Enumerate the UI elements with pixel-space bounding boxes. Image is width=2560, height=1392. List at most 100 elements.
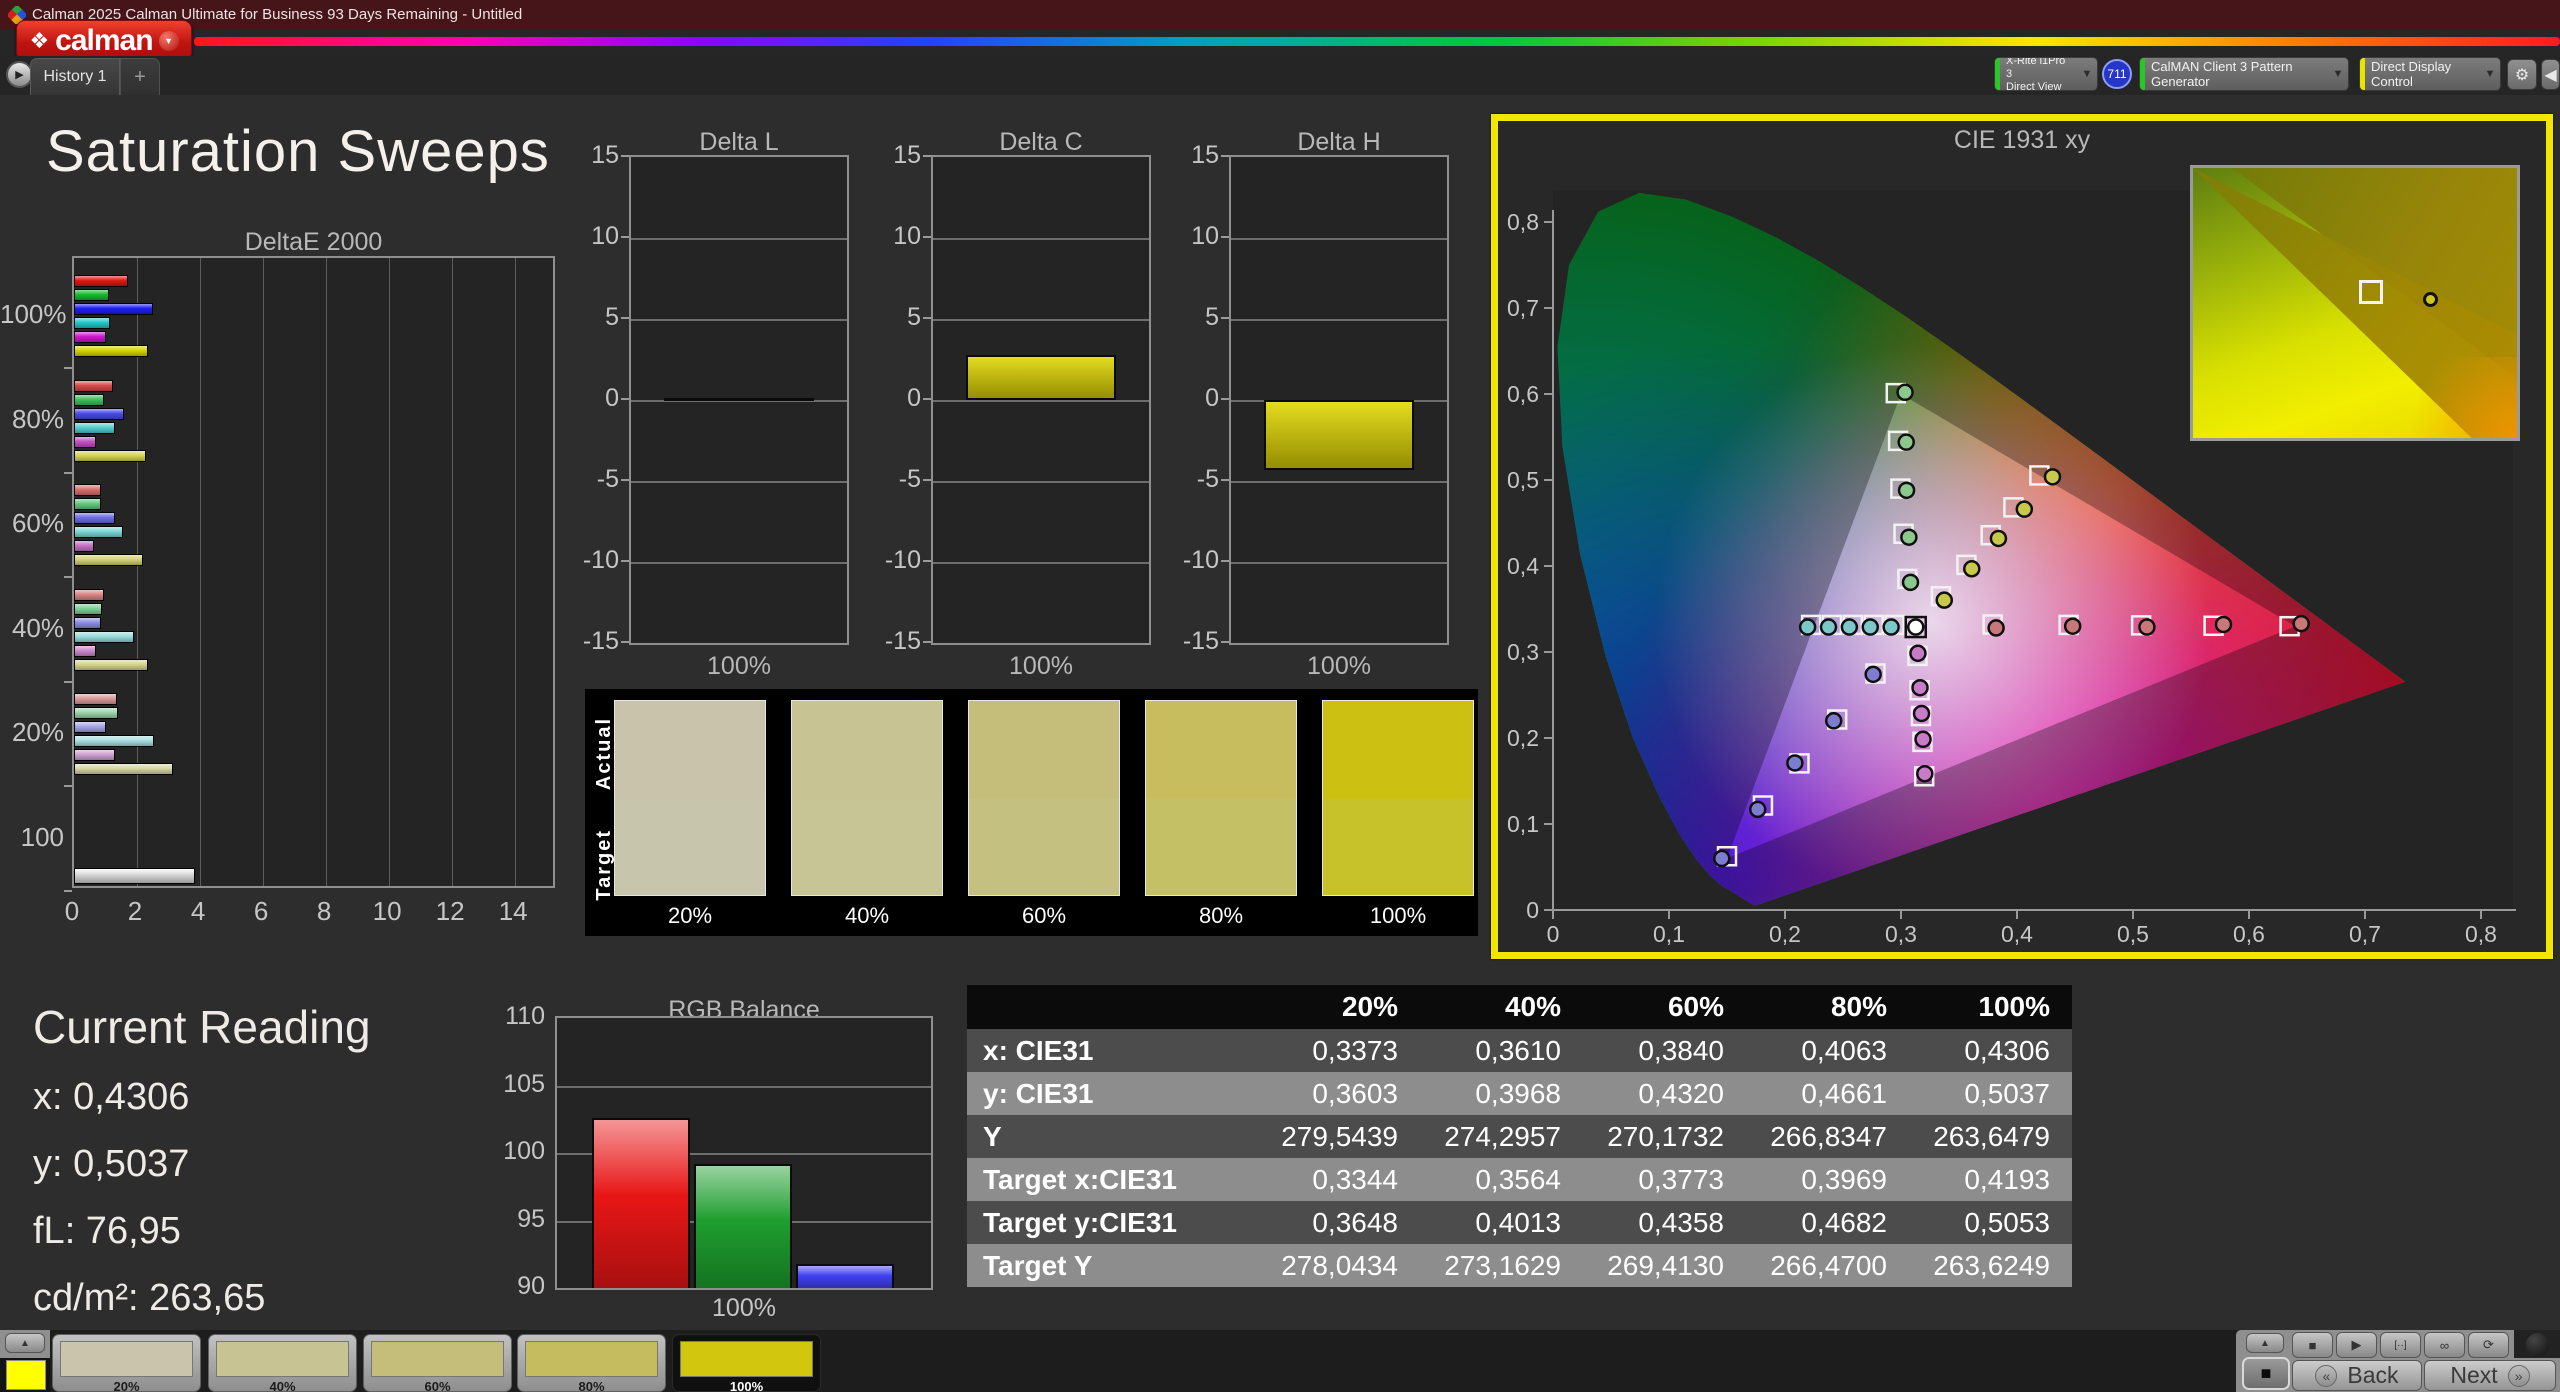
settings-button[interactable]: ⚙	[2507, 59, 2537, 90]
deltae-group-label: 80%	[11, 404, 64, 434]
patch-level-button-100%[interactable]: 100%	[672, 1334, 821, 1392]
patch-level-label: 40%	[269, 1379, 296, 1392]
calman-menu-button[interactable]: ❖ calman ▼	[16, 20, 192, 61]
play-button[interactable]: ▶	[2336, 1332, 2377, 1358]
cie-measured-yellow	[1935, 591, 1954, 609]
patch-level-button-40%[interactable]: 40%	[208, 1334, 357, 1392]
cie-measured-yellow	[2043, 468, 2062, 486]
patch-level-swatch	[60, 1341, 193, 1377]
current-reading-value: fL: 76,95	[33, 1210, 181, 1252]
deltae-bar	[74, 394, 104, 406]
table-cell: 0,3969	[1801, 1163, 1887, 1195]
cie-measured-magenta	[1912, 704, 1931, 723]
table-row-label: Target Y	[983, 1249, 1093, 1281]
patch-level-button-20%[interactable]: 20%	[52, 1334, 201, 1392]
refresh-button[interactable]: ⟳	[2468, 1332, 2509, 1358]
deltae-bar	[74, 450, 147, 462]
delta-ytick	[621, 641, 629, 643]
deltae-axis-tick	[64, 472, 72, 474]
cie-measured-magenta	[1914, 730, 1932, 749]
generator-label: CalMAN Client 3 Pattern Generator	[2151, 59, 2293, 89]
swatch-compare-label: 100%	[1369, 903, 1427, 928]
expand-patch-panel-button[interactable]: ▲	[5, 1333, 45, 1353]
table-cell: 0,4661	[1801, 1077, 1887, 1109]
deltae-bar-white	[74, 868, 196, 884]
deltae-bar	[74, 317, 111, 329]
deltae-bar	[74, 693, 117, 705]
rgb-xlabel: 100%	[712, 1294, 776, 1322]
expand-transport-button[interactable]: ▲	[2246, 1333, 2284, 1353]
delta-ytick-label: 5	[605, 303, 619, 331]
stop-button[interactable]: ■	[2292, 1332, 2333, 1358]
deltae-axis-tick	[64, 367, 72, 369]
deltae-bar	[74, 554, 144, 566]
table-cell: 0,3968	[1475, 1077, 1561, 1109]
table-column-header: 60%	[1667, 991, 1724, 1022]
cie-measured-green	[1896, 383, 1914, 402]
deltae-bar	[74, 408, 125, 420]
tab-history-1[interactable]: History 1	[30, 58, 120, 95]
table-row: Y 279,5439 274,2957 270,1732 266,8347 263,647…	[967, 1115, 2072, 1158]
chevron-down-icon: ▼	[2484, 68, 2496, 80]
patch-level-swatch	[680, 1341, 813, 1377]
rgb-bar-red	[592, 1117, 690, 1288]
loop-button[interactable]: ∞	[2424, 1332, 2465, 1358]
patch-level-button-80%[interactable]: 80%	[517, 1334, 666, 1392]
cie-measured-red	[2292, 614, 2310, 633]
cie-white-point-measured	[1906, 618, 1925, 636]
delta-ytick	[923, 641, 931, 643]
meter-count-badge[interactable]: 711	[2102, 59, 2132, 89]
swatch-compare-label: 20%	[667, 903, 713, 928]
deltae-gridline	[326, 258, 328, 886]
current-reading-value: cd/m²: 263,65	[33, 1277, 266, 1319]
back-button[interactable]: « Back	[2292, 1360, 2422, 1391]
chevron-up-icon: ▲	[2260, 1337, 2270, 1349]
deltae-xtick-label: 4	[190, 896, 206, 926]
display-control-dropdown[interactable]: Direct Display Control ▼	[2359, 57, 2501, 91]
swatch-compare-label: 40%	[844, 903, 890, 928]
delta-ytick-label: -10	[1182, 546, 1219, 574]
table-row: Target x:CIE31 0,3344 0,3564 0,3773 0,3969 0,…	[967, 1158, 2072, 1201]
svg-text:0,7: 0,7	[1507, 295, 1539, 321]
patch-level-button-60%[interactable]: 60%	[363, 1334, 512, 1392]
table-cell: 278,0434	[1281, 1249, 1398, 1281]
cie-measured-cyan	[1882, 618, 1900, 636]
deltae-bar	[74, 526, 123, 538]
swatch-compare-cell	[791, 700, 943, 896]
table-row: y: CIE31 0,3603 0,3968 0,4320 0,4661 0,5037	[967, 1072, 2072, 1115]
rgb-ytick-label: 105	[503, 1069, 545, 1098]
deltae-xtick-label: 12	[435, 896, 465, 926]
swatch-actual	[1323, 701, 1473, 799]
next-button[interactable]: Next »	[2424, 1360, 2556, 1391]
swatch-target	[969, 799, 1119, 895]
deltae-group-label: 100%	[0, 299, 67, 329]
deltae-axis-tick	[64, 785, 72, 787]
svg-text:0,7: 0,7	[2349, 921, 2381, 947]
delta-ytick	[621, 560, 629, 562]
collapse-panel-button[interactable]: ◀	[2541, 59, 2560, 90]
table-cell: 273,1629	[1444, 1249, 1561, 1281]
delta-bar-zero	[664, 398, 814, 401]
deltae-bar	[74, 380, 114, 392]
delta-ytick-label: 0	[907, 384, 921, 412]
cie-measured-yellow	[1963, 560, 1981, 578]
stop-icon: ■	[2260, 1363, 2272, 1383]
add-tab-button[interactable]: +	[120, 58, 160, 95]
delta-chart-title: Delta H	[1297, 128, 1381, 156]
layout-nav-button[interactable]: ▶	[6, 61, 33, 88]
delta-chart	[1229, 155, 1449, 645]
deltae-bar	[74, 331, 106, 343]
pattern-button[interactable]: [··]	[2380, 1332, 2421, 1358]
delta-gridline	[631, 562, 847, 564]
deltae-axis-tick	[64, 681, 72, 683]
swatch-target	[1323, 799, 1473, 895]
calman-window: Calman 2025 Calman Ultimate for Business…	[0, 0, 2560, 1392]
deltae-bar	[74, 749, 115, 761]
table-row-label: y: CIE31	[983, 1077, 1094, 1109]
table-row-label: x: CIE31	[983, 1034, 1094, 1066]
meter-dropdown[interactable]: X-Rite i1Pro 3 Direct View ▼	[1994, 57, 2098, 91]
pattern-generator-dropdown[interactable]: CalMAN Client 3 Pattern Generator ▼	[2139, 57, 2349, 91]
patch-level-label: 100%	[729, 1379, 764, 1392]
delta-ytick	[1221, 398, 1229, 400]
stop-measurement-button[interactable]: ■	[2242, 1357, 2290, 1390]
